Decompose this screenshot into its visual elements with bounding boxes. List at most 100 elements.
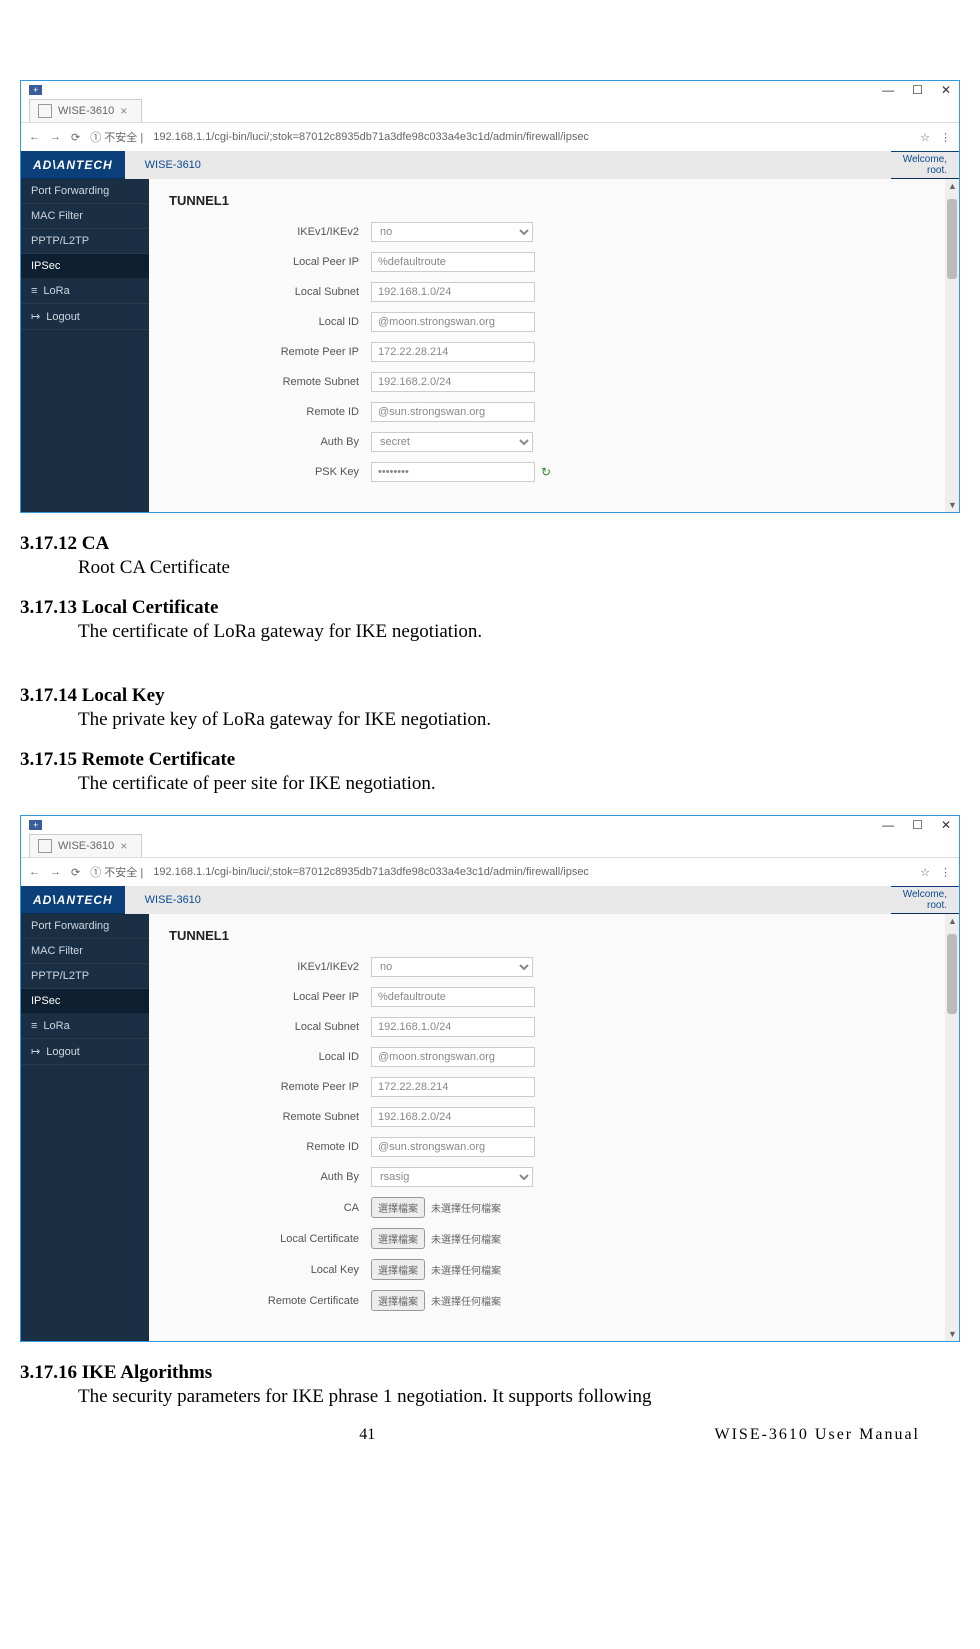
scroll-down-icon[interactable]: ▼ xyxy=(948,1329,957,1339)
scroll-up-icon[interactable]: ▲ xyxy=(948,916,957,926)
sidebar: Port Forwarding MAC Filter PPTP/L2TP IPS… xyxy=(21,179,149,512)
window-minimize-icon[interactable]: — xyxy=(882,818,894,832)
sidebar-item-pptp-l2tp[interactable]: PPTP/L2TP xyxy=(21,964,149,989)
nav-back-icon[interactable]: ← xyxy=(29,131,40,143)
input-local-peer-ip[interactable] xyxy=(371,987,535,1007)
file-button-local-key[interactable]: 選擇檔案 xyxy=(371,1259,425,1280)
input-local-subnet[interactable] xyxy=(371,1017,535,1037)
nav-reload-icon[interactable]: ⟳ xyxy=(71,131,80,144)
main-panel: TUNNEL1 IKEv1/IKEv2 no Local Peer IP Loc… xyxy=(149,179,945,512)
sidebar-item-label: LoRa xyxy=(43,285,69,297)
file-button-remote-cert[interactable]: 選擇檔案 xyxy=(371,1290,425,1311)
browser-tab[interactable]: WISE-3610 × xyxy=(29,99,142,122)
label-remote-cert: Remote Certificate xyxy=(169,1295,371,1307)
select-ikev[interactable]: no xyxy=(371,222,533,242)
file-button-local-cert[interactable]: 選擇檔案 xyxy=(371,1228,425,1249)
scrollbar-thumb[interactable] xyxy=(947,199,957,279)
label-local-subnet: Local Subnet xyxy=(169,286,371,298)
label-local-id: Local ID xyxy=(169,1051,371,1063)
sidebar-item-pptp-l2tp[interactable]: PPTP/L2TP xyxy=(21,229,149,254)
tab-favicon-icon xyxy=(38,839,52,853)
heading-local-certificate: 3.17.13 Local Certificate xyxy=(20,597,930,619)
scrollbar[interactable]: ▲ ▼ xyxy=(945,179,959,512)
nav-forward-icon[interactable]: → xyxy=(50,131,61,143)
label-remote-peer-ip: Remote Peer IP xyxy=(169,346,371,358)
heading-ike-algorithms: 3.17.16 IKE Algorithms xyxy=(20,1362,930,1384)
sidebar-item-ipsec[interactable]: IPSec xyxy=(21,989,149,1014)
page-number: 41 xyxy=(20,1426,714,1444)
panel-title: TUNNEL1 xyxy=(169,193,925,208)
label-psk-key: PSK Key xyxy=(169,466,371,478)
screenshot-1: + — ☐ ✕ WISE-3610 × ← → ⟳ ① 不安全 | 192.16… xyxy=(20,80,960,513)
label-local-peer-ip: Local Peer IP xyxy=(169,991,371,1003)
label-ikev: IKEv1/IKEv2 xyxy=(169,961,371,973)
sidebar-item-lora[interactable]: ≡ LoRa xyxy=(21,279,149,304)
select-ikev[interactable]: no xyxy=(371,957,533,977)
input-remote-peer-ip[interactable] xyxy=(371,1077,535,1097)
reload-icon[interactable]: ↻ xyxy=(541,465,551,479)
label-remote-subnet: Remote Subnet xyxy=(169,376,371,388)
scroll-up-icon[interactable]: ▲ xyxy=(948,181,957,191)
input-remote-id[interactable] xyxy=(371,402,535,422)
advantech-logo: AD\ANTECH xyxy=(21,152,125,178)
sidebar-item-mac-filter[interactable]: MAC Filter xyxy=(21,204,149,229)
sidebar-item-ipsec[interactable]: IPSec xyxy=(21,254,149,279)
input-psk-key[interactable] xyxy=(371,462,535,482)
url-text[interactable]: 192.168.1.1/cgi-bin/luci/;stok=87012c893… xyxy=(153,131,910,143)
window-minimize-icon[interactable]: — xyxy=(882,83,894,97)
sidebar-item-logout[interactable]: ↦ Logout xyxy=(21,1039,149,1065)
nav-back-icon[interactable]: ← xyxy=(29,866,40,878)
tab-close-icon[interactable]: × xyxy=(120,839,127,853)
input-local-peer-ip[interactable] xyxy=(371,252,535,272)
newtab-badge: + xyxy=(29,820,42,830)
breadcrumb: WISE-3610 xyxy=(125,151,891,179)
sidebar-item-port-forwarding[interactable]: Port Forwarding xyxy=(21,914,149,939)
window-close-icon[interactable]: ✕ xyxy=(941,818,951,832)
sidebar: Port Forwarding MAC Filter PPTP/L2TP IPS… xyxy=(21,914,149,1341)
input-local-id[interactable] xyxy=(371,1047,535,1067)
sidebar-item-port-forwarding[interactable]: Port Forwarding xyxy=(21,179,149,204)
sidebar-item-logout[interactable]: ↦ Logout xyxy=(21,304,149,330)
welcome-text: Welcome, root. xyxy=(891,887,959,913)
sidebar-item-lora[interactable]: ≡ LoRa xyxy=(21,1014,149,1039)
label-auth-by: Auth By xyxy=(169,436,371,448)
scrollbar[interactable]: ▲ ▼ xyxy=(945,914,959,1341)
body-ike-algorithms: The security parameters for IKE phrase 1… xyxy=(78,1386,930,1408)
file-hint-remote-cert: 未選擇任何檔案 xyxy=(431,1293,501,1308)
bookmark-star-icon[interactable]: ☆ xyxy=(920,131,930,144)
window-close-icon[interactable]: ✕ xyxy=(941,83,951,97)
input-local-subnet[interactable] xyxy=(371,282,535,302)
select-auth-by[interactable]: rsasig xyxy=(371,1167,533,1187)
input-remote-id[interactable] xyxy=(371,1137,535,1157)
window-restore-icon[interactable]: ☐ xyxy=(912,83,923,97)
bookmark-star-icon[interactable]: ☆ xyxy=(920,866,930,879)
label-local-peer-ip: Local Peer IP xyxy=(169,256,371,268)
browser-menu-icon[interactable]: ⋮ xyxy=(940,131,951,144)
welcome-text: Welcome, root. xyxy=(891,152,959,178)
window-restore-icon[interactable]: ☐ xyxy=(912,818,923,832)
body-local-certificate: The certificate of LoRa gateway for IKE … xyxy=(78,621,930,643)
tab-close-icon[interactable]: × xyxy=(120,104,127,118)
list-icon: ≡ xyxy=(31,285,37,297)
input-remote-subnet[interactable] xyxy=(371,372,535,392)
newtab-badge: + xyxy=(29,85,42,95)
scrollbar-thumb[interactable] xyxy=(947,934,957,1014)
nav-forward-icon[interactable]: → xyxy=(50,866,61,878)
input-local-id[interactable] xyxy=(371,312,535,332)
sidebar-item-mac-filter[interactable]: MAC Filter xyxy=(21,939,149,964)
label-local-subnet: Local Subnet xyxy=(169,1021,371,1033)
nav-reload-icon[interactable]: ⟳ xyxy=(71,866,80,879)
scroll-down-icon[interactable]: ▼ xyxy=(948,500,957,510)
label-ca: CA xyxy=(169,1202,371,1214)
input-remote-peer-ip[interactable] xyxy=(371,342,535,362)
browser-tab[interactable]: WISE-3610 × xyxy=(29,834,142,857)
input-remote-subnet[interactable] xyxy=(371,1107,535,1127)
addr-security-prefix: ① 不安全 | xyxy=(90,864,143,880)
app-header: AD\ANTECH WISE-3610 Welcome, root. xyxy=(21,151,959,179)
select-auth-by[interactable]: secret xyxy=(371,432,533,452)
file-button-ca[interactable]: 選擇檔案 xyxy=(371,1197,425,1218)
sidebar-item-label: Logout xyxy=(46,1046,80,1058)
body-local-key: The private key of LoRa gateway for IKE … xyxy=(78,709,930,731)
browser-menu-icon[interactable]: ⋮ xyxy=(940,866,951,879)
url-text[interactable]: 192.168.1.1/cgi-bin/luci/;stok=87012c893… xyxy=(153,866,910,878)
